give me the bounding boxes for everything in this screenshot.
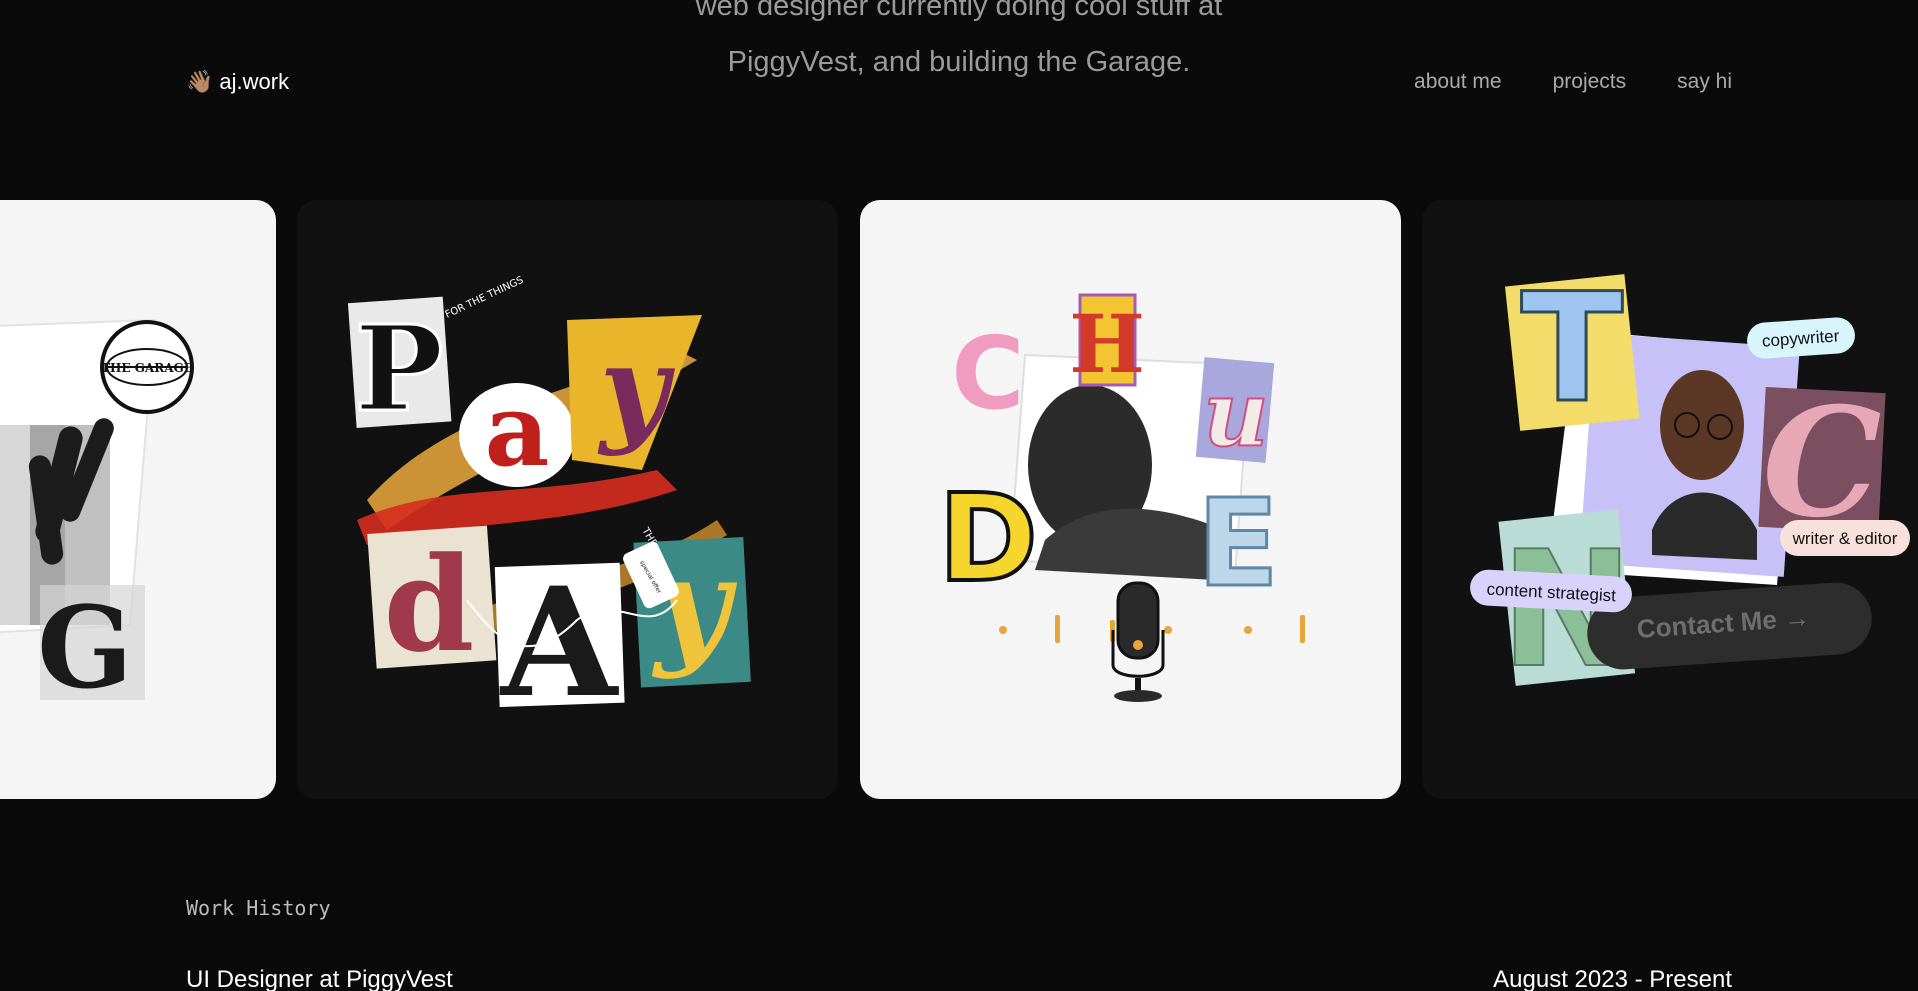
payday-letter-a: a: [485, 371, 550, 489]
top-nav: 👋🏽 aj.work about me projects say hi: [186, 62, 1732, 102]
brand-link[interactable]: 👋🏽 aj.work: [186, 69, 289, 95]
tcn-artwork: T C N Contact Me → copywriter writer & e…: [1470, 261, 1910, 704]
chude-letter-e: E: [1197, 475, 1279, 614]
nav-links: about me projects say hi: [1414, 70, 1732, 94]
job-role: UI Designer at PiggyVest: [186, 966, 453, 991]
garage-badge-text: THE GARAGE: [101, 361, 193, 375]
chude-letter-u: u: [1203, 361, 1268, 467]
projects-carousel[interactable]: THE GARAGE G P a y FOR THE THINGS THERE'…: [0, 200, 1918, 799]
payday-letter-d: d: [384, 528, 475, 681]
garage-artwork: THE GARAGE G: [0, 318, 194, 714]
brand-name: aj.work: [219, 69, 290, 94]
payday-letter-p: P: [355, 299, 444, 438]
job-period: August 2023 - Present: [1493, 966, 1732, 991]
tcn-tag-writer-editor: writer & editor: [1792, 529, 1898, 548]
work-history-item: UI Designer at PiggyVest August 2023 - P…: [186, 966, 1732, 991]
chude-letter-h: H: [1069, 297, 1145, 391]
nav-say-hi[interactable]: say hi: [1677, 70, 1732, 94]
garage-letter: G: [37, 583, 133, 714]
tcn-letter-t: T: [1521, 262, 1623, 436]
payday-tagline: FOR THE THINGS: [444, 275, 526, 321]
project-card-payday[interactable]: P a y FOR THE THINGS THERE'S d A y speci…: [297, 200, 838, 799]
payday-letter-y-2: y: [651, 528, 737, 681]
waving-hand-icon: 👋🏽: [186, 69, 214, 94]
hero-line-1: web designer currently doing cool stuff …: [695, 0, 1223, 22]
payday-artwork: P a y FOR THE THINGS THERE'S d A y speci…: [347, 275, 751, 731]
payday-letter-y: y: [597, 319, 676, 458]
nav-about-me[interactable]: about me: [1414, 70, 1502, 94]
chude-letter-c: C: [951, 315, 1024, 432]
chude-artwork: H C u D E: [936, 293, 1305, 702]
chude-letter-d: D: [938, 470, 1038, 609]
work-history-label: Work History: [186, 896, 331, 920]
project-card-garage[interactable]: THE GARAGE G: [0, 200, 276, 799]
project-card-chude[interactable]: H C u D E: [860, 200, 1401, 799]
project-card-tcn[interactable]: T C N Contact Me → copywriter writer & e…: [1422, 200, 1918, 799]
nav-projects[interactable]: projects: [1553, 70, 1627, 94]
payday-letter-a-cap: A: [499, 555, 620, 731]
